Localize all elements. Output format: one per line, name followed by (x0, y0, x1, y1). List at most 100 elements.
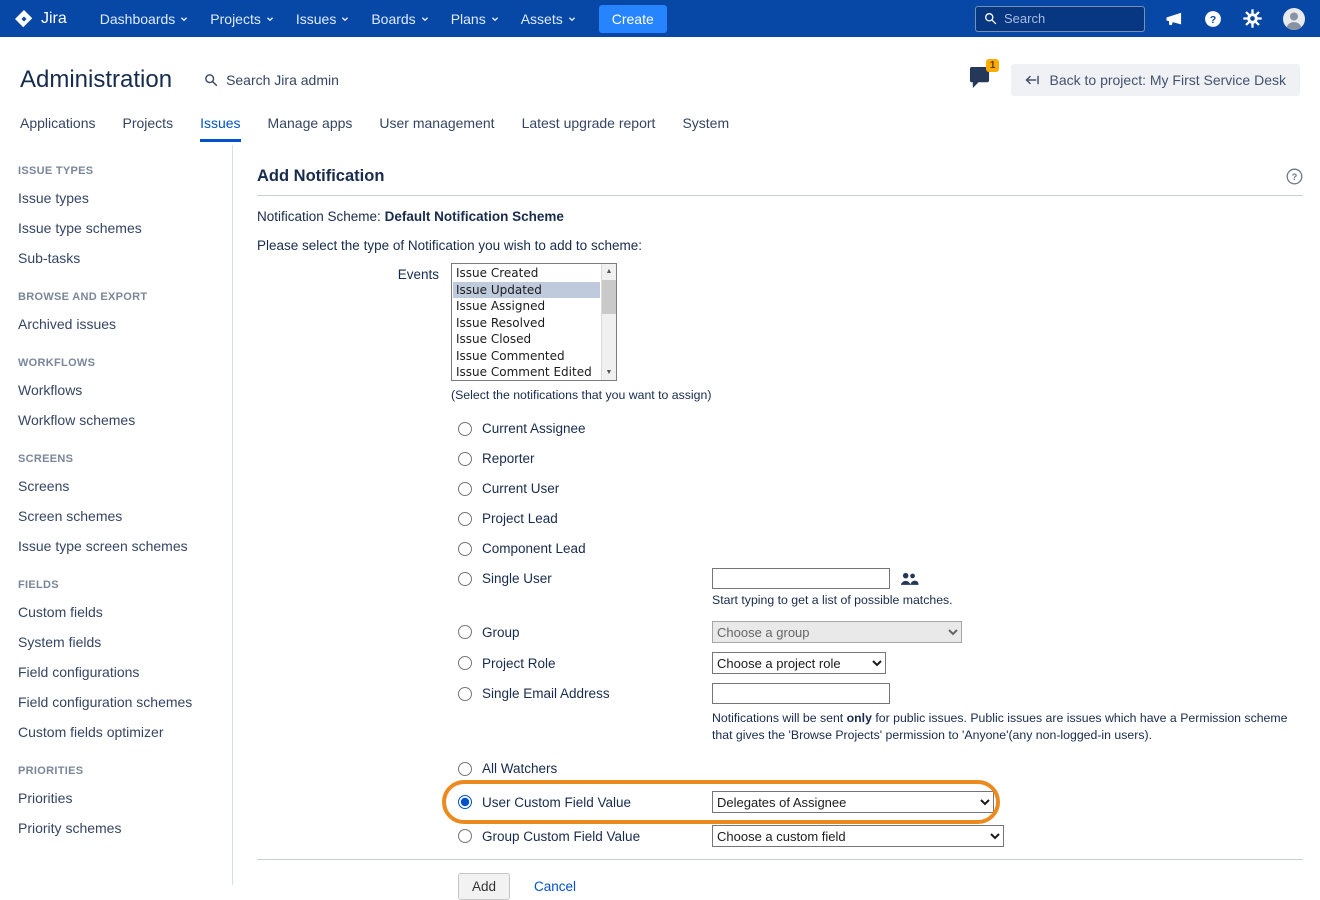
radio-component-lead[interactable] (458, 542, 472, 556)
sidebar-item-issue-types[interactable]: Issue types (18, 183, 232, 213)
events-listbox[interactable]: Issue CreatedIssue UpdatedIssue Assigned… (451, 263, 617, 381)
radio-project-lead[interactable] (458, 512, 472, 526)
scheme-label: Notification Scheme: (257, 209, 381, 224)
notifications-bubble-icon[interactable]: 1 (968, 67, 991, 93)
scroll-down-icon[interactable]: ▼ (602, 365, 616, 380)
radio-user-custom-field[interactable] (458, 795, 472, 809)
option-group: Group Choose a group (458, 621, 1303, 643)
page-title: Administration (20, 66, 172, 94)
event-option-issue-resolved[interactable]: Issue Resolved (453, 315, 600, 332)
feedback-megaphone-icon[interactable] (1164, 9, 1184, 29)
single-email-input[interactable] (712, 683, 890, 704)
user-avatar[interactable] (1282, 7, 1306, 31)
search-icon (204, 73, 218, 87)
group-custom-field-select[interactable]: Choose a custom field (712, 825, 1004, 847)
topnav-item-plans[interactable]: Plans (440, 0, 510, 37)
event-option-issue-created[interactable]: Issue Created (453, 265, 600, 282)
sidebar-item-system-fields[interactable]: System fields (18, 627, 232, 657)
scroll-up-icon[interactable]: ▲ (602, 264, 616, 279)
single-user-input[interactable] (712, 568, 890, 589)
chevron-down-icon (568, 15, 576, 23)
topnav-item-dashboards[interactable]: Dashboards (89, 0, 200, 37)
sidebar-item-sub-tasks[interactable]: Sub-tasks (18, 243, 232, 273)
notification-type-options: Current Assignee Reporter Current User (451, 418, 1303, 847)
topnav-search[interactable] (975, 6, 1145, 32)
sidebar-section-title-screens: SCREENS (18, 453, 232, 465)
admin-search[interactable] (204, 72, 426, 88)
sidebar-item-priority-schemes[interactable]: Priority schemes (18, 813, 232, 843)
settings-gear-icon[interactable] (1242, 8, 1263, 29)
scrollbar-thumb[interactable] (602, 280, 616, 314)
sidebar-item-issue-type-screen-schemes[interactable]: Issue type screen schemes (18, 531, 232, 561)
back-to-project-button[interactable]: Back to project: My First Service Desk (1011, 64, 1300, 96)
radio-single-email[interactable] (458, 687, 472, 701)
option-current-assignee: Current Assignee (458, 418, 1303, 439)
sidebar-item-field-configuration-schemes[interactable]: Field configuration schemes (18, 687, 232, 717)
events-scrollbar[interactable]: ▲ ▼ (601, 264, 616, 380)
cancel-link[interactable]: Cancel (534, 879, 576, 894)
option-component-lead: Component Lead (458, 538, 1303, 559)
tab-issues[interactable]: Issues (200, 115, 240, 142)
email-note: Notifications will be sent only for publ… (712, 710, 1303, 744)
chevron-down-icon (180, 15, 188, 23)
project-role-select[interactable]: Choose a project role (712, 652, 886, 674)
notification-scheme-line: Notification Scheme: Default Notificatio… (257, 209, 1303, 224)
tab-user-management[interactable]: User management (379, 115, 494, 139)
radio-reporter[interactable] (458, 452, 472, 466)
chevron-down-icon (421, 15, 429, 23)
sidebar: ISSUE TYPES Issue typesIssue type schemes… (0, 145, 233, 885)
events-options: Issue CreatedIssue UpdatedIssue Assigned… (453, 265, 600, 379)
topnav-item-boards[interactable]: Boards (360, 0, 439, 37)
radio-group-custom-field[interactable] (458, 829, 472, 843)
user-custom-field-select[interactable]: Delegates of Assignee (712, 791, 994, 813)
jira-logo[interactable]: Jira (14, 9, 67, 29)
radio-single-user[interactable] (458, 572, 472, 586)
create-button[interactable]: Create (599, 5, 667, 33)
group-select[interactable]: Choose a group (712, 621, 962, 643)
sidebar-section-title-priorities: PRIORITIES (18, 765, 232, 777)
sidebar-item-issue-type-schemes[interactable]: Issue type schemes (18, 213, 232, 243)
sidebar-item-workflow-schemes[interactable]: Workflow schemes (18, 405, 232, 435)
sidebar-item-custom-fields[interactable]: Custom fields (18, 597, 232, 627)
tab-latest-upgrade-report[interactable]: Latest upgrade report (522, 115, 656, 139)
option-user-custom-field: User Custom Field Value Delegates of Ass… (458, 791, 1303, 813)
sidebar-section-title-fields: FIELDS (18, 579, 232, 591)
sidebar-item-screens[interactable]: Screens (18, 471, 232, 501)
user-picker-icon[interactable] (899, 571, 919, 587)
add-button[interactable]: Add (458, 873, 510, 900)
event-option-issue-assigned[interactable]: Issue Assigned (453, 298, 600, 315)
radio-project-role[interactable] (458, 656, 472, 670)
radio-all-watchers[interactable] (458, 762, 472, 776)
tab-applications[interactable]: Applications (20, 115, 96, 139)
event-option-issue-commented[interactable]: Issue Commented (453, 348, 600, 365)
radio-group[interactable] (458, 625, 472, 639)
tab-system[interactable]: System (682, 115, 729, 139)
topnav-item-projects[interactable]: Projects (199, 0, 285, 37)
topnav-item-assets[interactable]: Assets (510, 0, 587, 37)
sidebar-section-title-issue-types: ISSUE TYPES (18, 165, 232, 177)
help-icon[interactable]: ? (1203, 9, 1223, 29)
event-option-issue-closed[interactable]: Issue Closed (453, 331, 600, 348)
notification-badge: 1 (986, 59, 1000, 72)
topnav-item-issues[interactable]: Issues (285, 0, 360, 37)
tab-projects[interactable]: Projects (123, 115, 174, 139)
sidebar-item-custom-fields-optimizer[interactable]: Custom fields optimizer (18, 717, 232, 747)
main-content: Add Notification ? Notification Scheme: … (233, 145, 1320, 885)
radio-current-assignee[interactable] (458, 422, 472, 436)
sidebar-item-screen-schemes[interactable]: Screen schemes (18, 501, 232, 531)
top-navigation: Jira DashboardsProjectsIssuesBoardsPlans… (0, 0, 1320, 37)
sidebar-item-workflows[interactable]: Workflows (18, 375, 232, 405)
radio-current-user[interactable] (458, 482, 472, 496)
sidebar-item-priorities[interactable]: Priorities (18, 783, 232, 813)
page-help-icon[interactable]: ? (1286, 168, 1303, 185)
scheme-name: Default Notification Scheme (385, 209, 564, 224)
admin-search-input[interactable] (226, 72, 426, 88)
event-option-issue-updated[interactable]: Issue Updated (453, 282, 600, 299)
event-option-issue-comment-edited[interactable]: Issue Comment Edited (453, 364, 600, 379)
intro-text: Please select the type of Notification y… (257, 238, 1303, 253)
tab-manage-apps[interactable]: Manage apps (268, 115, 353, 139)
option-reporter: Reporter (458, 448, 1303, 469)
sidebar-item-field-configurations[interactable]: Field configurations (18, 657, 232, 687)
sidebar-item-archived-issues[interactable]: Archived issues (18, 309, 232, 339)
topnav-search-input[interactable] (1004, 11, 1130, 26)
